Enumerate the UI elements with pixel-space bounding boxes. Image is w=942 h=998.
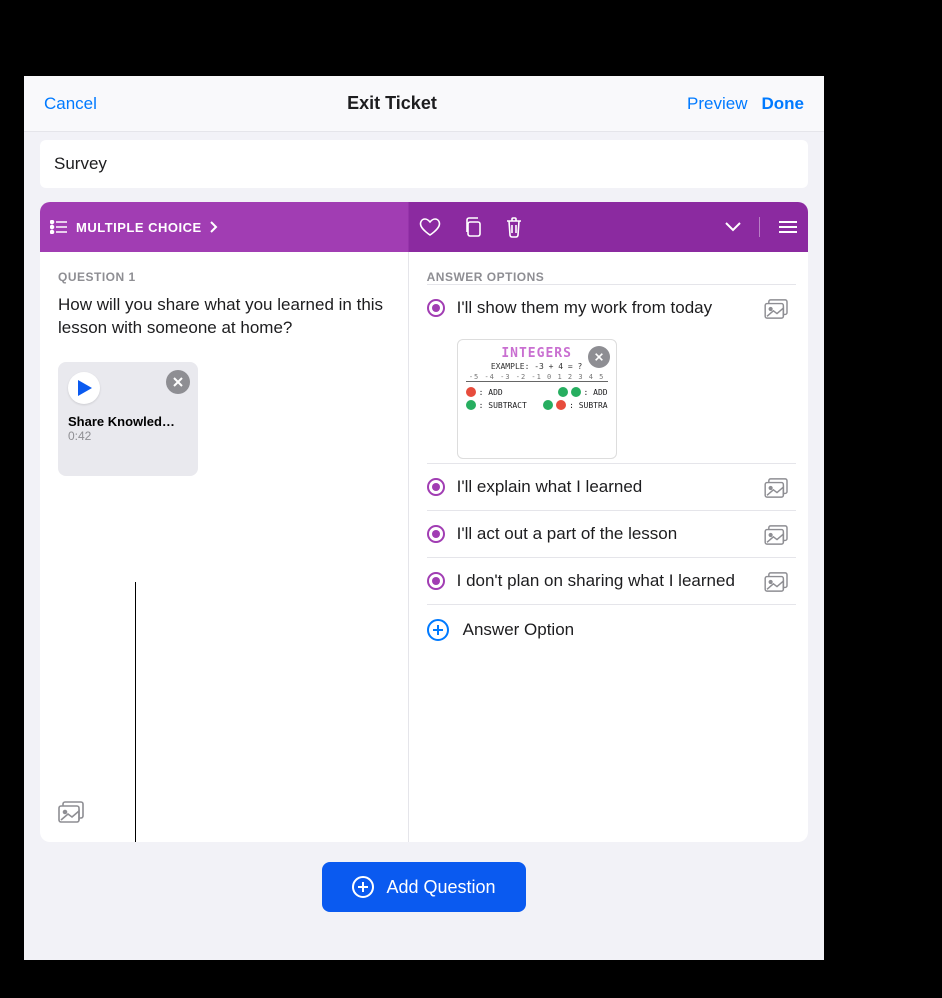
play-icon[interactable] [68, 372, 100, 404]
chevron-right-icon [210, 221, 218, 233]
callout-line-header [285, 0, 286, 76]
answer-option[interactable]: I'll act out a part of the lesson [427, 510, 796, 557]
question-card: MULTIPLE CHOICE [40, 202, 808, 842]
media-title: Share Knowled… [68, 414, 188, 429]
add-question-label: Add Question [386, 877, 495, 898]
radio-icon [427, 478, 445, 496]
question-header: MULTIPLE CHOICE [40, 202, 808, 252]
answer-option-text[interactable]: I'll show them my work from today [457, 297, 752, 319]
add-media-icon[interactable] [58, 801, 86, 828]
assessment-title-input[interactable] [40, 140, 808, 188]
answer-option[interactable]: I don't plan on sharing what I learned [427, 557, 796, 604]
plus-icon [352, 876, 374, 898]
answer-option-text[interactable]: I'll act out a part of the lesson [457, 523, 752, 545]
nav-title: Exit Ticket [347, 93, 437, 114]
editor-sheet: Cancel Exit Ticket Preview Done [24, 76, 824, 960]
remove-attachment-button[interactable] [588, 346, 610, 368]
drag-handle-icon[interactable] [778, 220, 798, 234]
answer-option[interactable]: I'll explain what I learned [427, 463, 796, 510]
question-number-label: QUESTION 1 [58, 270, 390, 284]
cancel-button[interactable]: Cancel [44, 94, 97, 114]
duplicate-icon[interactable] [463, 216, 483, 238]
trash-icon[interactable] [505, 216, 523, 238]
callout-line-toolbar [453, 0, 454, 76]
attachment-row-r1: : ADD [584, 388, 608, 397]
attachment-row-l2: : SUBTRACT [479, 401, 527, 410]
divider [759, 217, 760, 237]
answer-options-label: ANSWER OPTIONS [427, 270, 796, 284]
answer-option-text[interactable]: I don't plan on sharing what I learned [457, 570, 752, 592]
attachment-heading: INTEGERS [501, 346, 572, 361]
add-question-button[interactable]: Add Question [322, 862, 525, 912]
answer-option-text[interactable]: I'll explain what I learned [457, 476, 752, 498]
remove-media-button[interactable] [166, 370, 190, 394]
add-answer-option-button[interactable]: Answer Option [427, 604, 796, 647]
nav-bar: Cancel Exit Ticket Preview Done [24, 76, 824, 132]
answer-media-icon[interactable] [764, 476, 796, 498]
answer-media-icon[interactable] [764, 523, 796, 545]
done-button[interactable]: Done [761, 94, 804, 114]
preview-button[interactable]: Preview [687, 94, 747, 114]
question-text[interactable]: How will you share what you learned in t… [58, 294, 390, 340]
plus-icon [427, 619, 449, 641]
radio-icon [427, 299, 445, 317]
radio-icon [427, 525, 445, 543]
add-answer-option-label: Answer Option [463, 620, 575, 640]
answer-media-icon[interactable] [764, 297, 796, 319]
answer-attachment-image[interactable]: INTEGERS EXAMPLE: -3 + 4 = ? -5 -4 -3 -2… [457, 339, 617, 459]
attachment-example: EXAMPLE: -3 + 4 = ? [491, 362, 583, 371]
question-type-button[interactable]: MULTIPLE CHOICE [50, 220, 218, 235]
media-duration: 0:42 [68, 429, 188, 443]
attachment-row-l1: : ADD [479, 388, 503, 397]
question-type-label: MULTIPLE CHOICE [76, 220, 202, 235]
favorite-icon[interactable] [419, 217, 441, 237]
collapse-icon[interactable] [725, 222, 741, 232]
bulleted-list-icon [50, 220, 68, 234]
attachment-numberline: -5 -4 -3 -2 -1 0 1 2 3 4 5 [466, 373, 608, 382]
answer-options-panel: ANSWER OPTIONS I'll show them my work fr… [409, 252, 808, 842]
radio-icon [427, 572, 445, 590]
callout-line-media [135, 582, 136, 842]
answer-media-icon[interactable] [764, 570, 796, 592]
question-media-attachment[interactable]: Share Knowled… 0:42 [58, 362, 198, 476]
callout-line-media-below [143, 960, 144, 998]
attachment-row-r2: : SUBTRA [569, 401, 608, 410]
answer-option[interactable]: I'll show them my work from today [427, 284, 796, 331]
